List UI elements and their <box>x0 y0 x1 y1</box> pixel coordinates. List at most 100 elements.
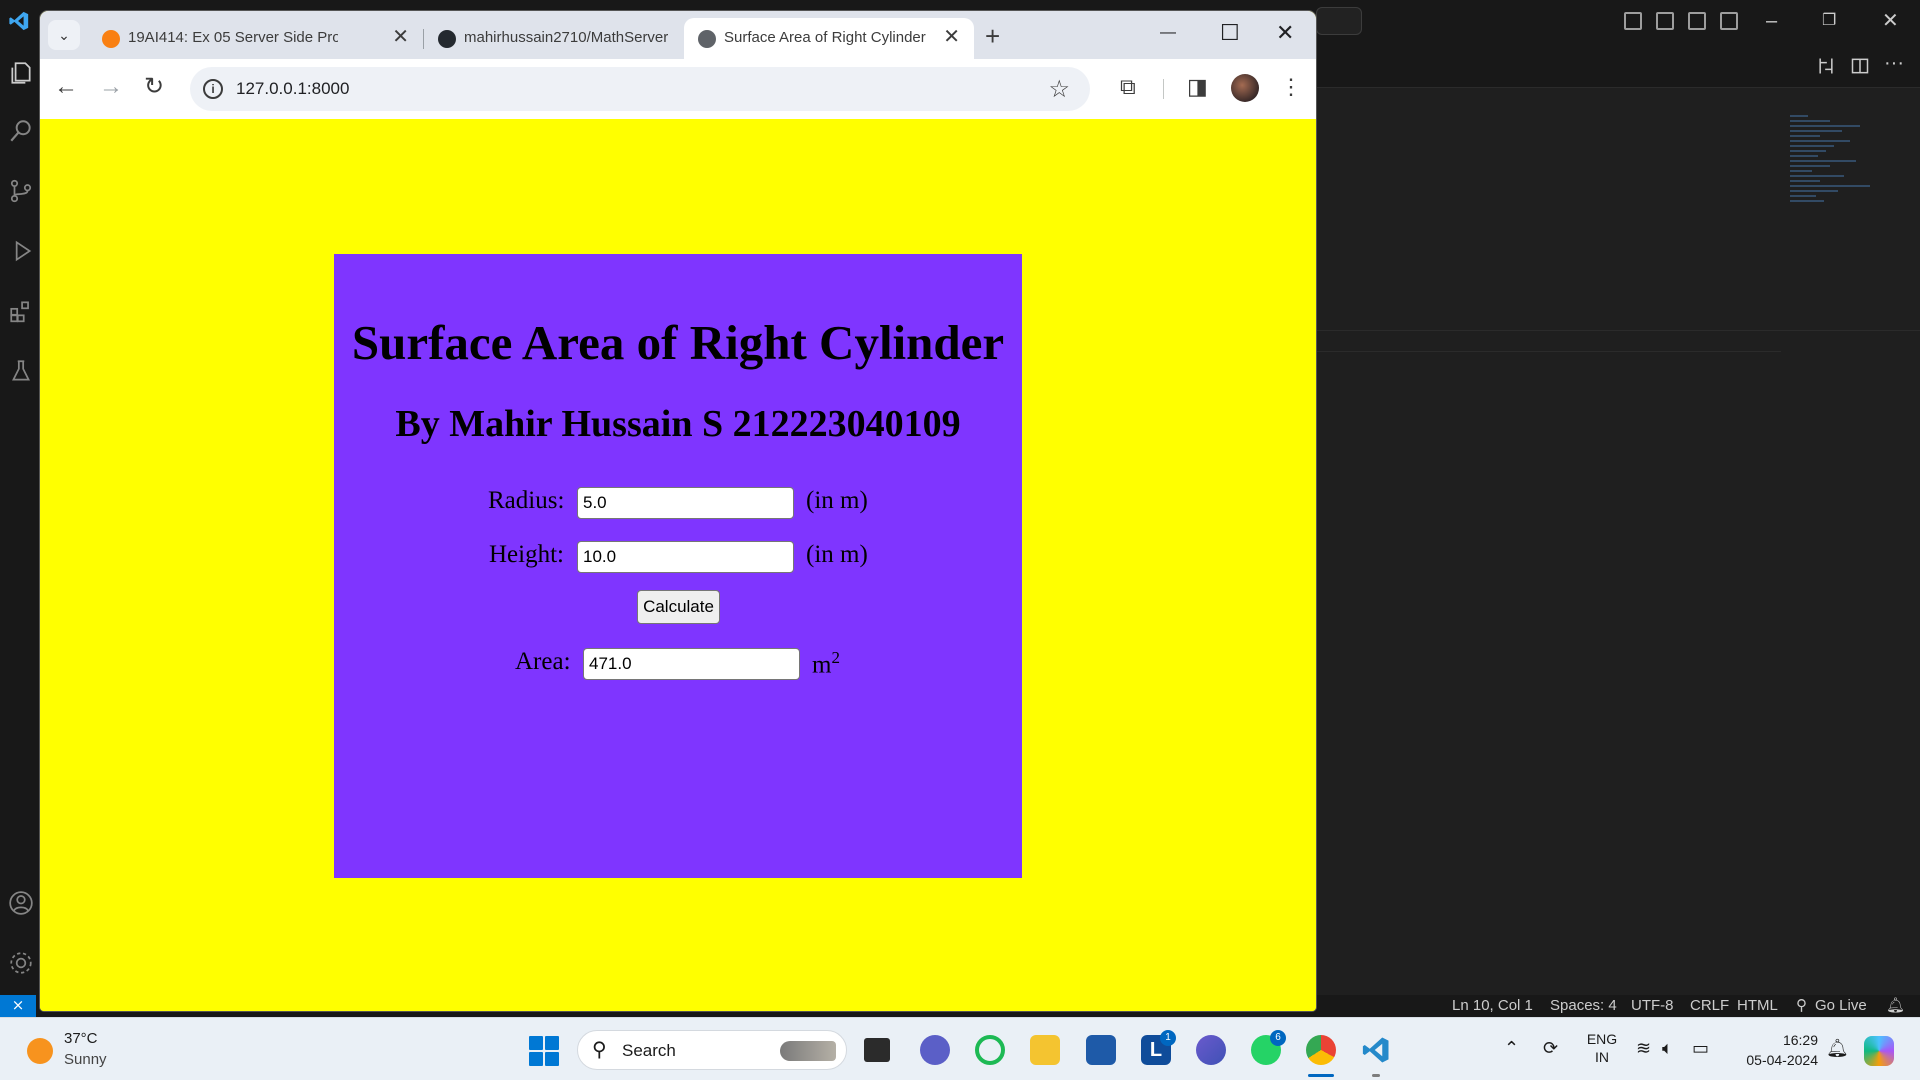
vscode-close-icon[interactable]: ✕ <box>1882 10 1899 32</box>
site-info-icon[interactable]: i <box>203 79 223 99</box>
minimap[interactable] <box>1790 112 1890 262</box>
input-language[interactable]: ENG IN <box>1582 1030 1622 1066</box>
address-bar[interactable]: i 127.0.0.1:8000 ☆ <box>190 67 1090 111</box>
weather-temperature[interactable]: 37°C <box>64 1030 98 1047</box>
new-tab-button[interactable]: + <box>985 23 1000 49</box>
l-app-badge: 1 <box>1160 1030 1176 1046</box>
vscode-restore-icon[interactable]: ❐ <box>1822 10 1836 32</box>
file-explorer-icon[interactable] <box>1030 1035 1060 1065</box>
calculate-button[interactable]: Calculate <box>637 590 720 624</box>
taskbar-search-box[interactable]: ⚲ Search <box>577 1030 847 1070</box>
toggle-primary-sidebar-icon[interactable] <box>1624 12 1642 30</box>
chrome-icon[interactable] <box>1306 1035 1336 1065</box>
extensions-puzzle-icon[interactable]: ⧉ <box>1120 75 1136 99</box>
area-row: Area: m2 <box>334 648 1022 682</box>
tab-search-chevron-icon[interactable]: ⌄ <box>48 20 80 50</box>
area-unit: m2 <box>812 648 840 679</box>
search-highlight-image <box>780 1041 836 1061</box>
weather-sun-icon[interactable] <box>27 1038 53 1064</box>
volume-icon[interactable]: 🔈︎ <box>1662 1038 1673 1058</box>
side-panel-icon[interactable]: ◨ <box>1187 75 1208 99</box>
area-unit-exponent: 2 <box>831 648 840 667</box>
panel-divider-2 <box>1316 351 1781 352</box>
customize-layout-icon[interactable] <box>1720 12 1738 30</box>
close-tab-icon[interactable]: ✕ <box>392 27 409 47</box>
indentation[interactable]: Spaces: 4 <box>1550 997 1617 1015</box>
vscode-taskbar-icon[interactable] <box>1361 1035 1391 1065</box>
tab-moodle[interactable]: 19AI414: Ex 05 Server Side Proc ✕ <box>88 18 423 59</box>
toggle-panel-icon[interactable] <box>1656 12 1674 30</box>
task-view-icon[interactable] <box>864 1038 890 1062</box>
more-actions-icon[interactable]: ··· <box>1884 52 1904 75</box>
testing-icon[interactable] <box>8 358 34 384</box>
language-mode[interactable]: HTML <box>1737 997 1778 1015</box>
vscode-minimize-icon[interactable]: – <box>1766 10 1777 32</box>
run-debug-icon[interactable] <box>8 238 34 264</box>
radius-row: Radius: (in m) <box>334 487 1022 521</box>
line-ending[interactable]: CRLF <box>1690 997 1729 1015</box>
moodle-favicon-icon <box>102 30 120 48</box>
arc-app-icon[interactable] <box>1196 1035 1226 1065</box>
chrome-menu-icon[interactable]: ⋮ <box>1280 75 1302 99</box>
close-window-icon[interactable]: ✕ <box>1276 22 1294 44</box>
tab-surface-area[interactable]: Surface Area of Right Cylinder ✕ <box>684 18 974 59</box>
tab-title: 19AI414: Ex 05 Server Side Proc <box>128 29 338 46</box>
sync-tray-icon[interactable]: ⟳ <box>1543 1038 1558 1058</box>
wifi-icon[interactable]: ≋ <box>1636 1038 1651 1058</box>
refresh-app-icon[interactable] <box>975 1035 1005 1065</box>
accounts-icon[interactable] <box>8 890 34 916</box>
remote-indicator-icon[interactable]: ⨯ <box>0 995 36 1017</box>
height-unit: (in m) <box>806 541 868 568</box>
weather-description[interactable]: Sunny <box>64 1051 107 1068</box>
clock-time: 16:29 <box>1782 1032 1818 1048</box>
forward-arrow-icon[interactable]: → <box>99 75 123 99</box>
tab-strip: ⌄ 19AI414: Ex 05 Server Side Proc ✕ mahi… <box>40 11 1316 59</box>
explorer-icon[interactable] <box>8 60 34 86</box>
split-editor-icon[interactable] <box>1850 56 1870 76</box>
height-label: Height: <box>489 541 564 568</box>
taskbar-search-placeholder: Search <box>622 1041 676 1060</box>
system-clock[interactable]: 16:29 05-04-2024 <box>1738 1030 1818 1070</box>
close-tab-icon[interactable]: ✕ <box>943 27 960 47</box>
height-input[interactable] <box>577 541 794 573</box>
teams-chat-icon[interactable] <box>920 1035 950 1065</box>
reload-icon[interactable]: ↻ <box>144 75 164 99</box>
region-code: IN <box>1595 1049 1609 1065</box>
tab-title: Surface Area of Right Cylinder <box>724 29 926 46</box>
minimize-icon[interactable]: — <box>1160 22 1176 44</box>
vscode-activity-bar <box>0 0 40 995</box>
maximize-icon[interactable]: ☐ <box>1220 22 1240 44</box>
compare-changes-icon[interactable] <box>1816 56 1836 76</box>
browser-toolbar: ← → ↻ i 127.0.0.1:8000 ☆ ⧉ ◨ ⋮ <box>40 59 1316 119</box>
profile-avatar[interactable] <box>1231 74 1259 102</box>
back-arrow-icon[interactable]: ← <box>54 75 78 99</box>
tab-github[interactable]: mahirhussain2710/MathServer ✕ <box>424 18 716 59</box>
encoding[interactable]: UTF-8 <box>1631 997 1674 1015</box>
vscode-command-center[interactable] <box>1316 7 1362 35</box>
url-text[interactable]: 127.0.0.1:8000 <box>236 79 349 99</box>
go-live-button[interactable]: Go Live <box>1815 997 1867 1015</box>
show-hidden-icons-chevron[interactable]: ⌃ <box>1504 1038 1519 1058</box>
notifications-bell-icon[interactable]: 🔔︎ <box>1886 997 1905 1015</box>
toggle-secondary-sidebar-icon[interactable] <box>1688 12 1706 30</box>
globe-favicon-icon <box>698 30 716 48</box>
bookmark-star-icon[interactable]: ☆ <box>1048 75 1070 104</box>
start-windows-icon[interactable] <box>529 1036 559 1066</box>
language-code: ENG <box>1586 1031 1618 1047</box>
github-favicon-icon <box>438 30 456 48</box>
cursor-position[interactable]: Ln 10, Col 1 <box>1452 997 1533 1015</box>
extensions-icon[interactable] <box>8 298 34 324</box>
microsoft-store-icon[interactable] <box>1086 1035 1116 1065</box>
vscode-editor <box>1316 88 1920 995</box>
copilot-icon[interactable] <box>1864 1036 1894 1066</box>
radius-input[interactable] <box>577 487 794 519</box>
source-control-icon[interactable] <box>8 178 34 204</box>
area-output[interactable] <box>583 648 800 680</box>
manage-gear-icon[interactable] <box>8 950 34 976</box>
search-icon[interactable] <box>8 118 34 144</box>
battery-icon[interactable]: ▭ <box>1692 1038 1709 1058</box>
vscode-editor-tabs: ··· <box>1316 44 1920 88</box>
radius-label: Radius: <box>488 487 565 514</box>
whatsapp-badge: 6 <box>1270 1030 1286 1046</box>
notification-bell-icon[interactable]: 🔔︎ <box>1826 1038 1849 1058</box>
